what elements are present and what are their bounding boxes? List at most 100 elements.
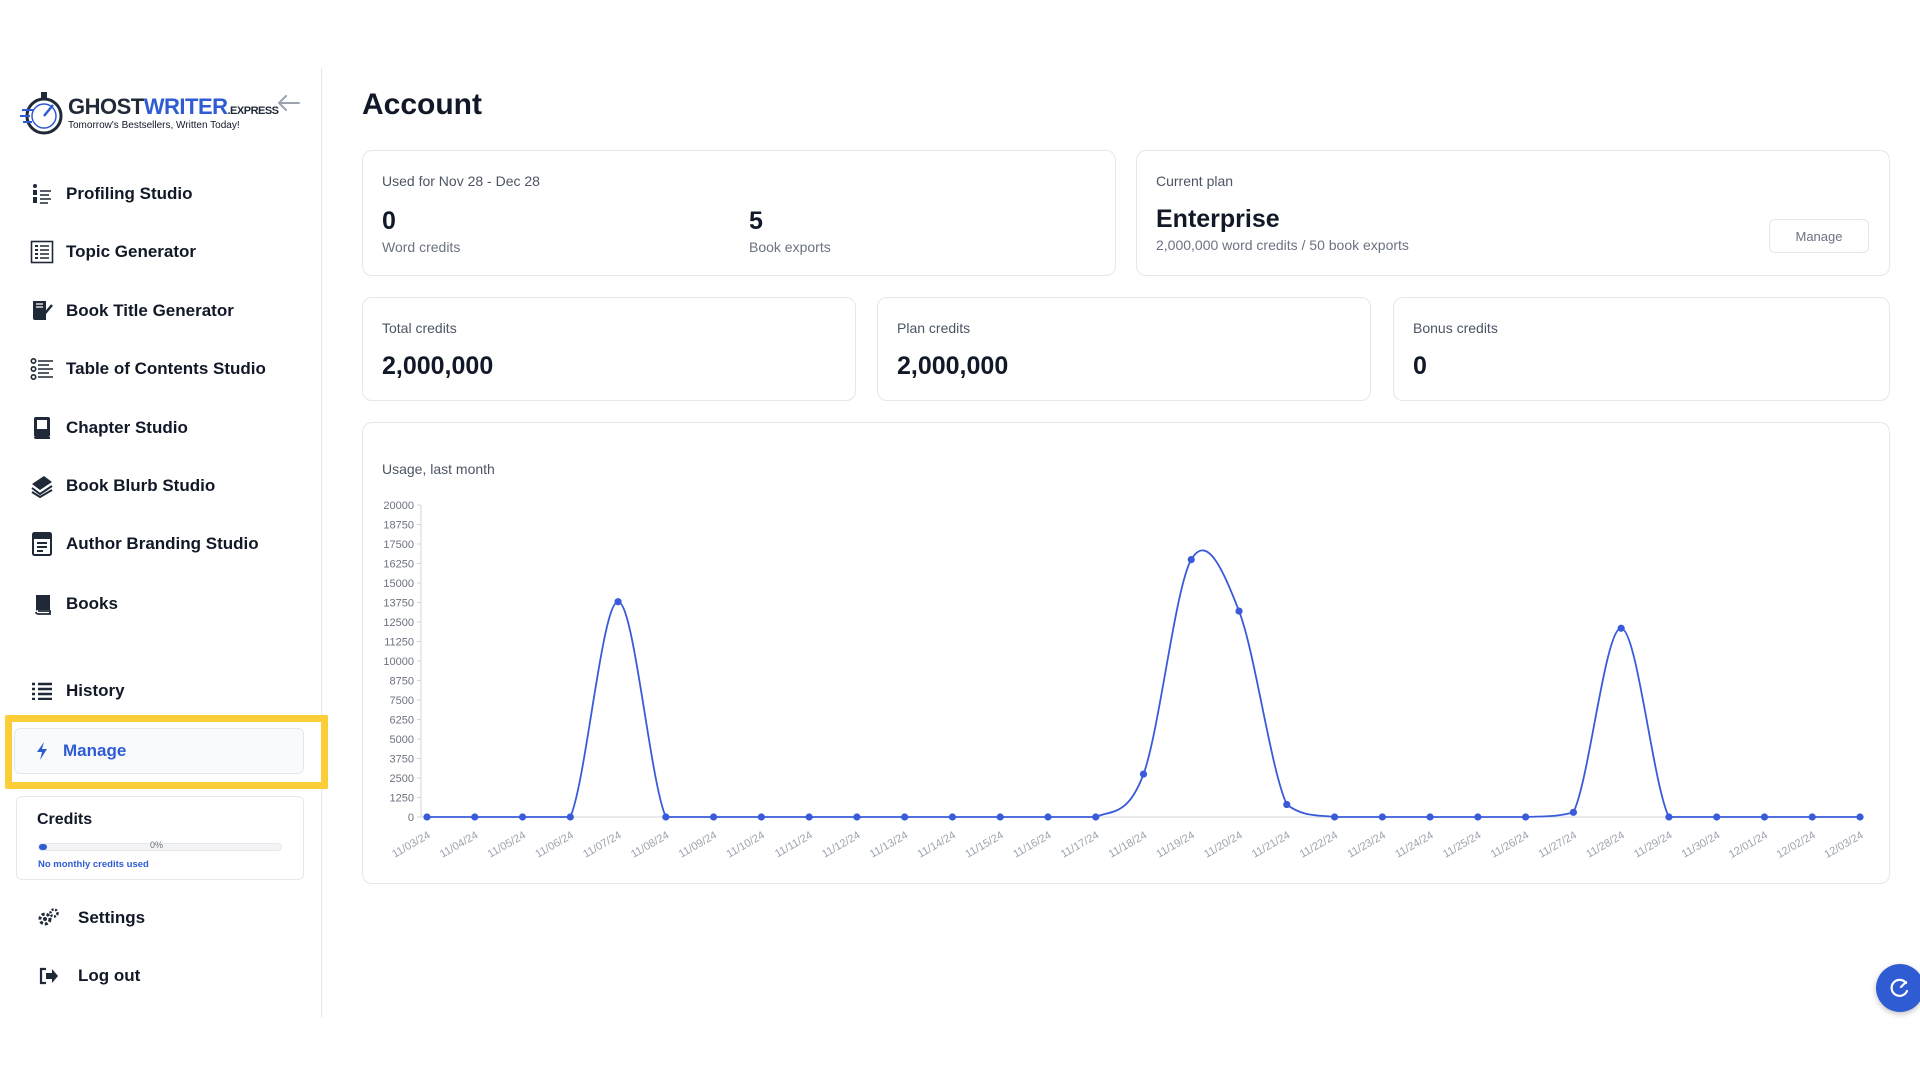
x-tick-label: 11/23/24 bbox=[1345, 829, 1387, 860]
sidebar-item-author-branding-studio[interactable]: Author Branding Studio bbox=[30, 524, 259, 564]
x-tick-label: 11/05/24 bbox=[486, 829, 528, 860]
manage-highlight-box bbox=[5, 715, 328, 789]
sidebar-item-label: Author Branding Studio bbox=[66, 534, 259, 553]
data-point bbox=[518, 813, 527, 821]
data-point bbox=[901, 813, 909, 821]
y-tick-label: 10000 bbox=[383, 656, 414, 668]
y-tick-label: 8750 bbox=[390, 676, 414, 688]
data-point bbox=[757, 813, 765, 821]
chat-assistant-button[interactable] bbox=[1876, 964, 1920, 1012]
sidebar-item-label: Book Blurb Studio bbox=[66, 476, 216, 495]
refresh-icon bbox=[1890, 978, 1909, 997]
credits-card: Credits 0% No monthly credits used bbox=[16, 796, 304, 880]
x-tick-label: 11/19/24 bbox=[1154, 829, 1196, 860]
plan-details: 2,000,000 word credits / 50 book exports bbox=[1156, 237, 1409, 253]
x-tick-label: 11/27/24 bbox=[1537, 829, 1579, 860]
data-point bbox=[1092, 813, 1100, 821]
gears-icon bbox=[36, 906, 60, 930]
y-tick-label: 18750 bbox=[383, 520, 414, 532]
y-tick-label: 1250 bbox=[390, 793, 414, 805]
data-point bbox=[1378, 813, 1386, 821]
data-point bbox=[1713, 813, 1721, 821]
x-tick-label: 11/03/24 bbox=[390, 829, 432, 860]
data-point bbox=[1760, 813, 1769, 821]
bonus-credits-label: Bonus credits bbox=[1413, 320, 1498, 336]
book-exports-label: Book exports bbox=[749, 239, 831, 255]
data-point bbox=[948, 813, 957, 821]
sidebar-item-settings[interactable]: Settings bbox=[36, 898, 145, 938]
total-credits-label: Total credits bbox=[382, 320, 457, 336]
data-point bbox=[423, 813, 431, 821]
sidebar-item-books[interactable]: Books bbox=[30, 584, 118, 624]
plan-credits-card: Plan credits 2,000,000 bbox=[877, 297, 1371, 401]
x-tick-label: 11/18/24 bbox=[1107, 829, 1149, 860]
data-point bbox=[662, 813, 670, 821]
usage-period: Used for Nov 28 - Dec 28 bbox=[382, 173, 540, 189]
x-tick-label: 11/10/24 bbox=[724, 829, 766, 860]
arrow-left-icon bbox=[278, 95, 300, 111]
sidebar-item-book-title-generator[interactable]: Book Title Generator bbox=[30, 291, 234, 331]
sidebar-item-topic-generator[interactable]: Topic Generator bbox=[30, 232, 196, 272]
sidebar-item-profiling-studio[interactable]: Profiling Studio bbox=[30, 174, 193, 214]
data-point bbox=[996, 813, 1004, 821]
sidebar-item-history[interactable]: History bbox=[30, 671, 125, 711]
plan-credits-label: Plan credits bbox=[897, 320, 971, 336]
data-point bbox=[805, 813, 813, 821]
app-root: GHOSTWRITER.EXPRESS Tomorrow's Bestselle… bbox=[0, 0, 1920, 1080]
y-tick-label: 0 bbox=[408, 812, 414, 824]
x-tick-label: 11/04/24 bbox=[438, 829, 480, 860]
data-point bbox=[1856, 813, 1864, 821]
x-tick-label: 11/16/24 bbox=[1011, 829, 1053, 860]
credits-title: Credits bbox=[37, 811, 93, 828]
data-point bbox=[1665, 813, 1673, 821]
y-tick-label: 3750 bbox=[390, 754, 414, 766]
sidebar-item-label: Book Title Generator bbox=[66, 301, 234, 320]
x-tick-label: 11/08/24 bbox=[629, 829, 671, 860]
y-tick-label: 6250 bbox=[390, 715, 414, 727]
sidebar-item-table-of-contents-studio[interactable]: Table of Contents Studio bbox=[30, 349, 266, 389]
manage-plan-button[interactable]: Manage bbox=[1769, 219, 1869, 253]
y-tick-label: 15000 bbox=[383, 578, 414, 590]
y-tick-label: 16250 bbox=[383, 559, 414, 571]
stopwatch-pen-icon bbox=[20, 92, 63, 135]
plan-credits-value: 2,000,000 bbox=[897, 352, 1009, 380]
x-tick-label: 11/06/24 bbox=[533, 829, 575, 860]
x-tick-label: 11/24/24 bbox=[1393, 829, 1435, 860]
x-tick-label: 11/21/24 bbox=[1250, 829, 1292, 860]
x-tick-label: 11/17/24 bbox=[1059, 829, 1101, 860]
brand-logo[interactable]: GHOSTWRITER.EXPRESS Tomorrow's Bestselle… bbox=[20, 88, 279, 140]
usage-chart-card: Usage, last month 0 1250 2500 3750 5000 6250 7… bbox=[362, 422, 1890, 884]
x-tick-label: 11/20/24 bbox=[1202, 829, 1244, 860]
x-tick-label: 11/22/24 bbox=[1298, 829, 1340, 860]
sidebar-item-chapter-studio[interactable]: Chapter Studio bbox=[30, 408, 188, 448]
data-point bbox=[1044, 813, 1052, 821]
sidebar-item-logout[interactable]: Log out bbox=[36, 956, 140, 996]
credits-progress-fill bbox=[39, 844, 47, 850]
x-tick-label: 11/07/24 bbox=[581, 829, 623, 860]
x-tick-label: 11/15/24 bbox=[963, 829, 1005, 860]
x-tick-label: 11/26/24 bbox=[1489, 829, 1531, 860]
toc-list-icon bbox=[30, 357, 54, 381]
usage-card: Used for Nov 28 - Dec 28 0 Word credits … bbox=[362, 150, 1116, 276]
sidebar: GHOSTWRITER.EXPRESS Tomorrow's Bestselle… bbox=[0, 68, 328, 1018]
data-point bbox=[1569, 808, 1577, 816]
plan-label: Current plan bbox=[1156, 173, 1234, 189]
book-pen-icon bbox=[30, 299, 54, 323]
x-tick-label: 12/01/24 bbox=[1727, 829, 1770, 861]
data-point bbox=[566, 813, 574, 821]
collapse-sidebar-button[interactable] bbox=[276, 90, 302, 116]
y-tick-label: 7500 bbox=[390, 695, 414, 707]
x-tick-label: 11/30/24 bbox=[1680, 829, 1722, 860]
blurb-books-icon bbox=[30, 474, 54, 498]
logout-icon bbox=[36, 964, 60, 988]
x-tick-label: 11/13/24 bbox=[868, 829, 910, 860]
data-point bbox=[853, 813, 861, 821]
brand-tagline: Tomorrow's Bestsellers, Written Today! bbox=[68, 120, 240, 131]
bonus-credits-value: 0 bbox=[1413, 352, 1427, 380]
y-tick-label: 11250 bbox=[384, 637, 414, 649]
total-credits-value: 2,000,000 bbox=[382, 352, 494, 380]
checklist-icon bbox=[30, 240, 54, 264]
sidebar-item-label: Topic Generator bbox=[66, 242, 197, 261]
book-icon bbox=[30, 592, 54, 616]
sidebar-item-book-blurb-studio[interactable]: Book Blurb Studio bbox=[30, 466, 215, 506]
